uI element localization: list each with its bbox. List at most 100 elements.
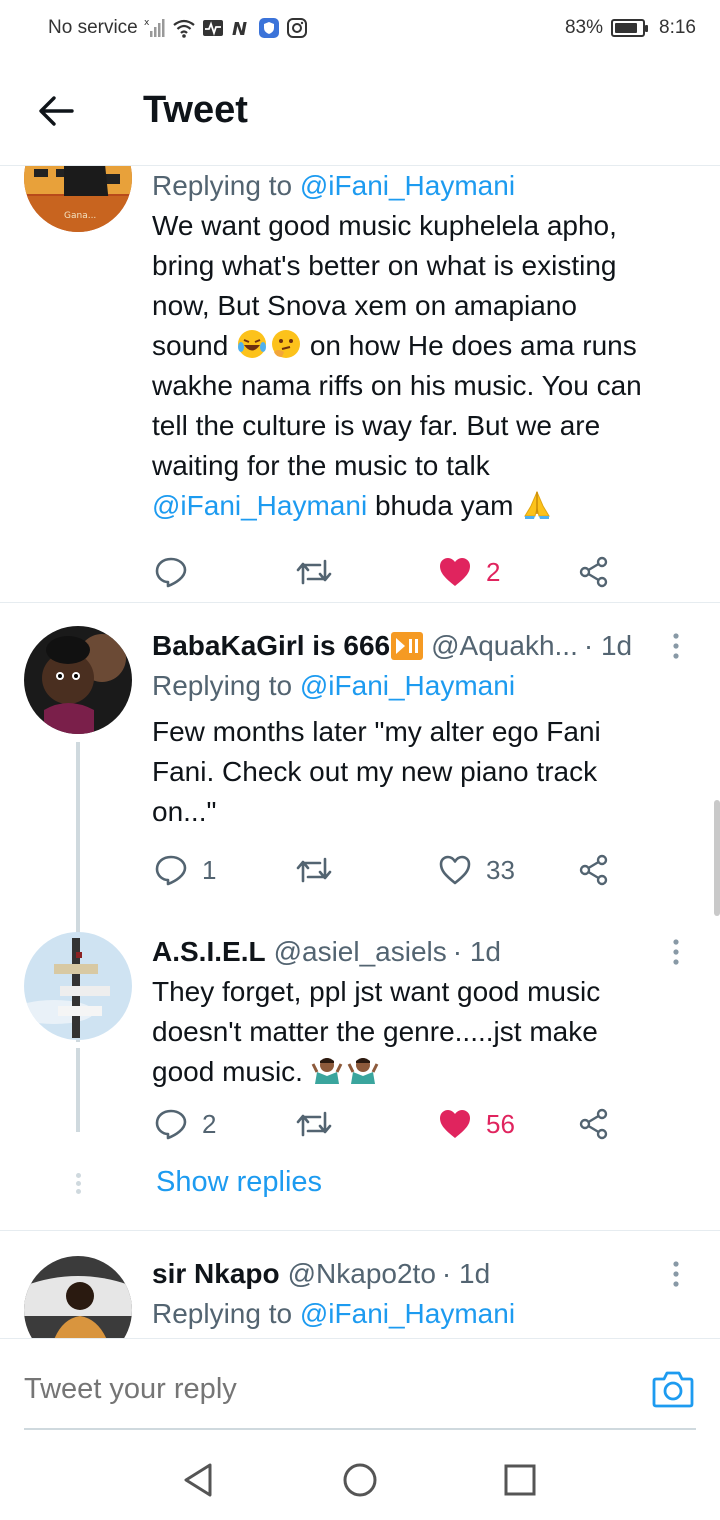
- mention-link[interactable]: @iFani_Haymani: [300, 170, 515, 201]
- retweet-icon: [296, 559, 332, 585]
- tweet-item[interactable]: A.S.I.E.L @asiel_asiels · 1d They forget…: [0, 872, 720, 1172]
- camera-button[interactable]: [652, 1369, 694, 1409]
- battery-icon: [611, 19, 649, 37]
- divider: [0, 1230, 720, 1231]
- tweet-text: Few months later "my alter ego Fani Fani…: [152, 716, 601, 827]
- back-button[interactable]: [26, 81, 86, 141]
- timestamp: · 1d: [441, 1258, 491, 1289]
- display-name[interactable]: sir Nkapo: [152, 1254, 280, 1294]
- scrollbar[interactable]: [714, 800, 720, 916]
- more-options-button[interactable]: [656, 626, 696, 666]
- reply-count: 1: [202, 854, 217, 885]
- mention-link[interactable]: @iFani_Haymani: [152, 490, 367, 521]
- replies-feed[interactable]: Gana... Replying to @iFani_Haymani We wa…: [0, 166, 720, 1338]
- show-replies-link[interactable]: Show replies: [156, 1166, 322, 1199]
- avatar[interactable]: [24, 932, 132, 1040]
- tweet-text: They forget, ppl jst want good music doe…: [152, 976, 601, 1087]
- like-count: 56: [486, 1108, 515, 1139]
- tweet-author[interactable]: sir Nkapo @Nkapo2to · 1d: [152, 1254, 696, 1294]
- tweet-actions: 2: [152, 552, 622, 592]
- timestamp: · 1d: [452, 936, 501, 967]
- thread-line: [76, 1048, 80, 1132]
- reply-button[interactable]: 1: [154, 850, 216, 890]
- like-button[interactable]: 2: [438, 552, 500, 592]
- handle: @Aquakh...: [431, 630, 578, 661]
- tweet-actions: 1 33: [152, 850, 622, 890]
- display-name[interactable]: A.S.I.E.L: [152, 932, 266, 972]
- input-underline: [24, 1428, 696, 1430]
- instagram-icon: [286, 18, 307, 38]
- share-button[interactable]: [578, 1104, 610, 1144]
- circle-home-icon: [343, 1463, 377, 1497]
- more-vertical-icon: [673, 633, 679, 659]
- like-button[interactable]: 33: [438, 850, 515, 890]
- reply-button[interactable]: [154, 552, 188, 592]
- carrier-label: No service: [48, 17, 138, 38]
- reply-icon: [155, 557, 187, 588]
- reply-input[interactable]: [24, 1363, 624, 1415]
- arrow-left-icon: [39, 95, 74, 126]
- svg-text:Gana...: Gana...: [64, 211, 96, 221]
- avatar[interactable]: [24, 1256, 132, 1338]
- camera-icon: [652, 1371, 694, 1408]
- mention-link[interactable]: @iFani_Haymani: [300, 670, 515, 701]
- reply-count: 2: [202, 1108, 217, 1139]
- share-icon: [579, 556, 608, 588]
- avatar[interactable]: Gana...: [24, 166, 132, 232]
- share-icon: [579, 1108, 608, 1140]
- timestamp: · 1d: [583, 630, 633, 661]
- retweet-button[interactable]: [296, 552, 332, 592]
- avatar[interactable]: [24, 626, 132, 734]
- tweet-author[interactable]: BabaKaGirl is 666 @Aquakh... · 1d: [152, 626, 696, 666]
- heart-filled-icon: [440, 558, 470, 586]
- tweet-actions: 2 56: [152, 1104, 622, 1144]
- shrug-emoji-icon: [347, 1058, 379, 1084]
- n-app-icon: N: [232, 19, 247, 38]
- top-app-bar: Tweet: [0, 56, 720, 166]
- divider: [0, 602, 720, 603]
- more-options-button[interactable]: [656, 1254, 696, 1294]
- tweet-item[interactable]: Gana... Replying to @iFani_Haymani We wa…: [0, 166, 720, 604]
- tweet-item[interactable]: BabaKaGirl is 666 @Aquakh... · 1d Replyi…: [0, 626, 720, 1042]
- no-signal-icon: x: [144, 18, 165, 37]
- share-button[interactable]: [578, 850, 610, 890]
- replying-to-label: Replying to @iFani_Haymani: [152, 670, 516, 701]
- retweet-button[interactable]: [296, 850, 332, 890]
- system-nav-bar: [0, 1440, 720, 1520]
- replying-to-label: Replying to @iFani_Haymani: [152, 1298, 516, 1329]
- display-name[interactable]: BabaKaGirl is 666: [152, 626, 390, 666]
- thread-line: [76, 872, 80, 928]
- activity-icon: [202, 20, 223, 36]
- page-title: Tweet: [143, 89, 248, 131]
- tweet-text: We want good music kuphelela apho, bring…: [152, 210, 642, 521]
- retweet-button[interactable]: [296, 1104, 332, 1144]
- reply-button[interactable]: 2: [154, 1104, 216, 1144]
- battery-percent: 83%: [564, 17, 604, 38]
- play-pause-emoji-icon: [391, 632, 424, 660]
- tweet-item[interactable]: sir Nkapo @Nkapo2to · 1d Replying to @iF…: [0, 1254, 720, 1338]
- mention-link[interactable]: @iFani_Haymani: [300, 1298, 515, 1329]
- like-count: 33: [486, 854, 515, 885]
- thinking-emoji-icon: [272, 330, 301, 358]
- nav-home-button[interactable]: [340, 1460, 380, 1500]
- heart-outline-icon: [439, 855, 471, 885]
- status-bar: No service x N 83% 8:16: [0, 0, 720, 56]
- nav-back-button[interactable]: [180, 1460, 220, 1500]
- wifi-icon: [173, 19, 195, 38]
- replying-to-label: Replying to @iFani_Haymani: [152, 170, 516, 201]
- laughing-emoji-icon: [238, 330, 267, 358]
- reply-icon: [155, 1109, 187, 1140]
- more-vertical-icon: [673, 1261, 679, 1287]
- reply-composer: [0, 1338, 720, 1438]
- share-button[interactable]: [578, 552, 610, 592]
- reply-icon: [155, 855, 187, 886]
- more-vertical-icon: [673, 939, 679, 965]
- share-icon: [579, 854, 608, 886]
- svg-text:x: x: [144, 18, 150, 28]
- thread-dots: [74, 1170, 82, 1197]
- more-options-button[interactable]: [656, 932, 696, 972]
- tweet-author[interactable]: A.S.I.E.L @asiel_asiels · 1d: [152, 932, 696, 972]
- like-button[interactable]: 56: [438, 1104, 515, 1144]
- nav-recents-button[interactable]: [500, 1460, 540, 1500]
- handle: @asiel_asiels: [273, 936, 447, 967]
